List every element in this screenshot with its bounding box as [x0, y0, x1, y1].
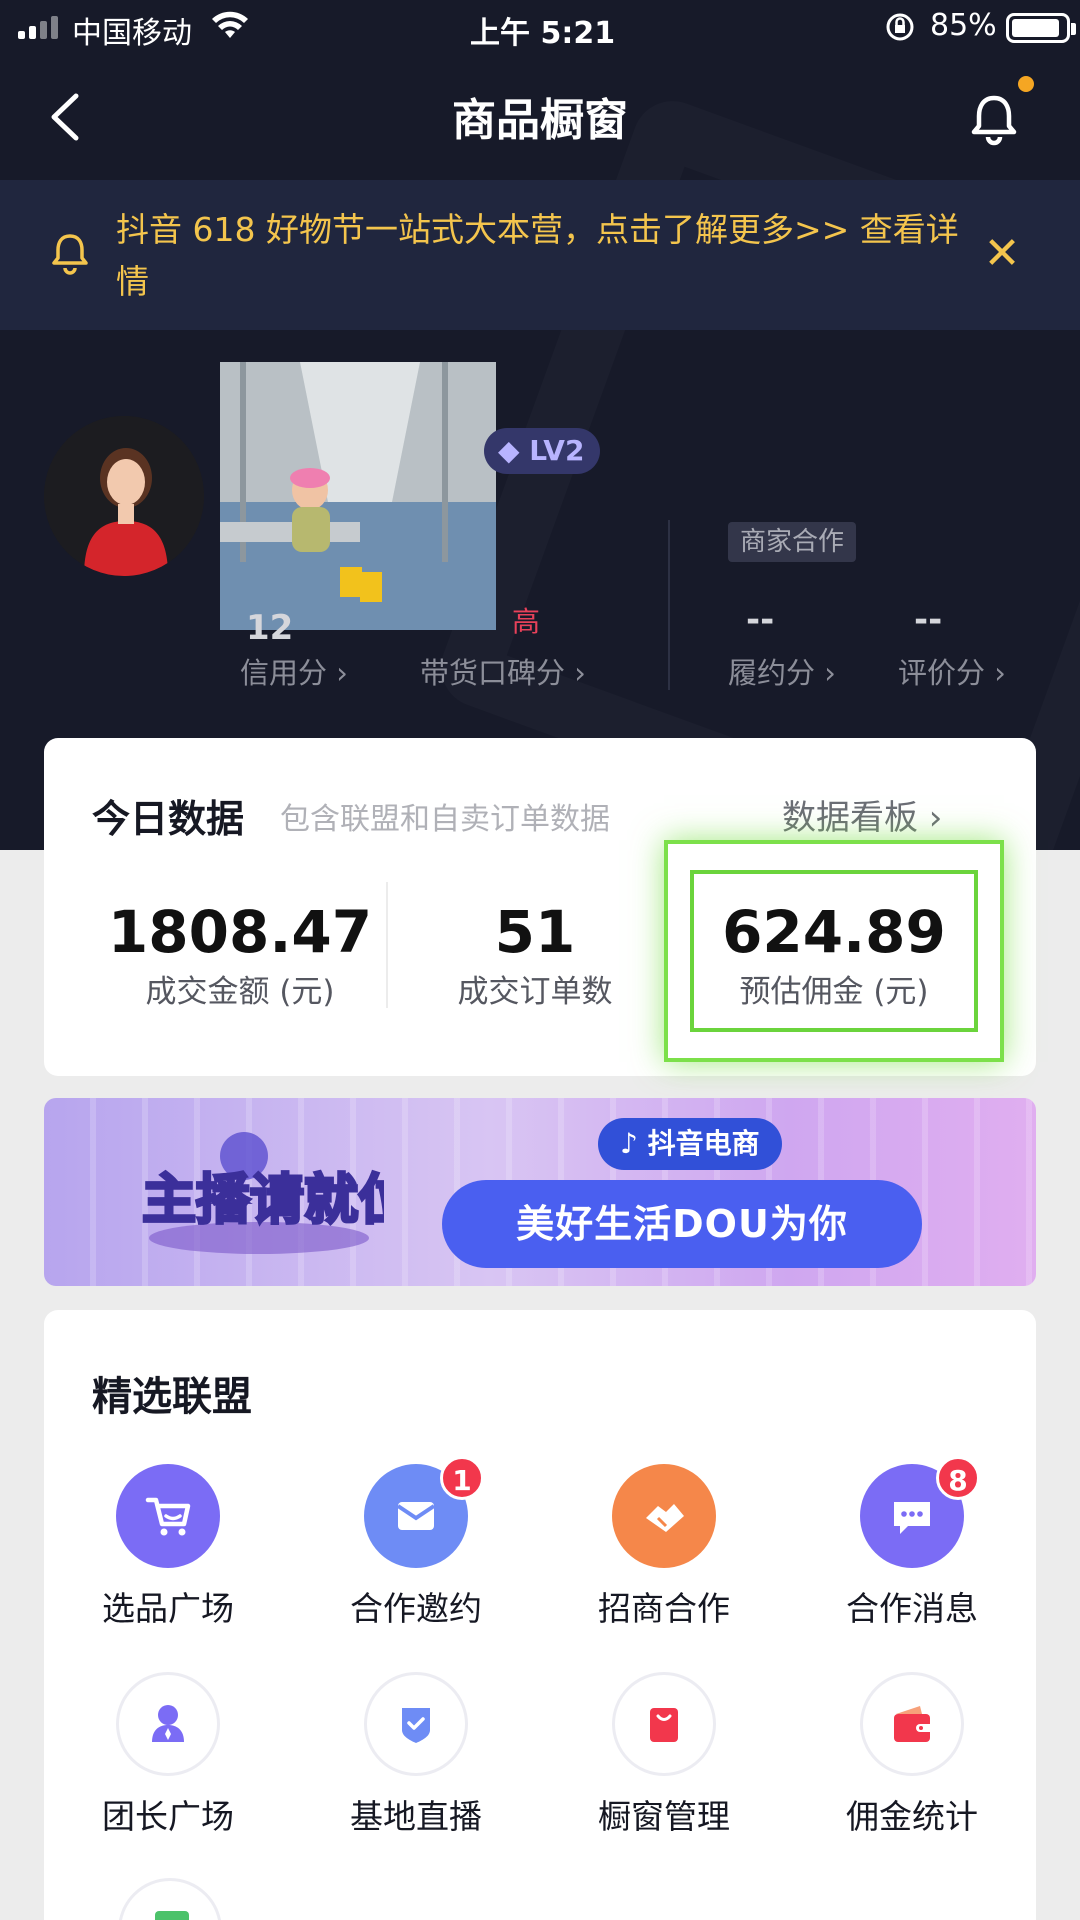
overlay-photo	[220, 362, 496, 630]
page-title: 商品橱窗	[452, 95, 628, 146]
tile-label: 团长广场	[102, 1797, 234, 1836]
tile-cooperation-messages[interactable]: 8 合作消息	[810, 1456, 1010, 1644]
notice-text[interactable]: 抖音 618 好物节一站式大本营，点击了解更多>> 查看详情	[116, 204, 976, 308]
tile-label: 佣金统计	[846, 1797, 978, 1836]
highlight-box-inner	[690, 870, 978, 1032]
order-count-label: 成交订单数	[457, 974, 613, 1010]
banner-brand-text: 抖音电商	[647, 1127, 760, 1160]
avatar-portrait-icon	[44, 416, 204, 576]
today-data-subtitle: 包含联盟和自卖订单数据	[280, 802, 610, 837]
rotation-lock-icon	[886, 13, 914, 41]
notice-bell-icon	[52, 234, 88, 275]
carrier-name: 中国移动	[72, 16, 192, 51]
invite-badge: 1	[440, 1456, 484, 1500]
douyin-ecommerce-badge: ♪ 抖音电商	[598, 1118, 782, 1170]
banner-logo-text: 主播请就位	[142, 1168, 384, 1231]
tile-product-square[interactable]: 选品广场	[66, 1464, 266, 1644]
bag-icon	[612, 1672, 716, 1776]
tile-window-management[interactable]: 橱窗管理	[562, 1672, 762, 1852]
cart-icon	[116, 1464, 220, 1568]
level-badge: ◆ LV2	[484, 428, 601, 474]
credit-score-value: 12	[246, 608, 294, 648]
tile-commission-stats[interactable]: 佣金统计	[810, 1672, 1010, 1852]
notification-dot	[1018, 76, 1034, 92]
fulfillment-score-value: --	[746, 600, 775, 640]
notice-close-button[interactable]: ✕	[976, 228, 1028, 280]
handshake-icon	[612, 1464, 716, 1568]
reputation-score-value: 高	[512, 605, 541, 638]
banner-logo: 主播请就位	[134, 1126, 414, 1256]
review-score-link[interactable]: 评价分 ›	[898, 650, 1006, 692]
shield-icon	[364, 1672, 468, 1776]
tile-base-live[interactable]: 基地直播	[314, 1672, 514, 1852]
merchant-cooperation-tag: 商家合作	[728, 522, 857, 562]
notification-bell-icon[interactable]	[964, 82, 1024, 152]
person-icon	[116, 1672, 220, 1776]
tile-label: 合作邀约	[350, 1589, 482, 1628]
stat-divider	[386, 882, 388, 1008]
status-bar: 中国移动 上午 5:21 85%	[0, 0, 1080, 56]
tile-label: 合作消息	[846, 1589, 978, 1628]
order-count-value: 51	[494, 898, 576, 966]
messages-badge: 8	[936, 1456, 980, 1500]
tile-label: 基地直播	[350, 1797, 482, 1836]
gmv-label: 成交金额 (元)	[145, 974, 335, 1010]
signal-icon	[18, 16, 58, 39]
tile-label: 招商合作	[598, 1589, 730, 1628]
wifi-icon	[212, 11, 248, 38]
today-data-title: 今日数据	[92, 797, 245, 841]
avatar[interactable]	[44, 416, 204, 576]
wallet-icon	[860, 1672, 964, 1776]
gmv-value: 1808.47	[107, 898, 373, 966]
data-dashboard-link[interactable]: 数据看板 ›	[782, 790, 942, 839]
credit-score-link[interactable]: 信用分 ›	[240, 650, 348, 692]
tile-cooperation-invite[interactable]: 1 合作邀约	[314, 1456, 514, 1644]
tile-label: 选品广场	[102, 1589, 234, 1628]
tile-label: 橱窗管理	[598, 1797, 730, 1836]
review-score-value: --	[914, 600, 943, 640]
fulfillment-score-link[interactable]: 履约分 ›	[728, 650, 836, 692]
host-logo-icon: 主播请就位	[141, 1132, 414, 1254]
subway-photo-icon	[220, 362, 496, 630]
tile-leader-square[interactable]: 团长广场	[66, 1672, 266, 1852]
banner-slogan: 美好生活DOU为你	[442, 1180, 922, 1268]
reputation-score-link[interactable]: 带货口碑分 ›	[420, 650, 586, 692]
level-text: LV2	[529, 434, 585, 467]
tile-merchant-recruit[interactable]: 招商合作	[562, 1464, 762, 1644]
alliance-title: 精选联盟	[92, 1374, 252, 1420]
battery-icon	[1006, 13, 1076, 43]
score-divider	[668, 520, 670, 690]
battery-percent: 85%	[930, 8, 997, 43]
clock: 上午 5:21	[470, 16, 616, 51]
